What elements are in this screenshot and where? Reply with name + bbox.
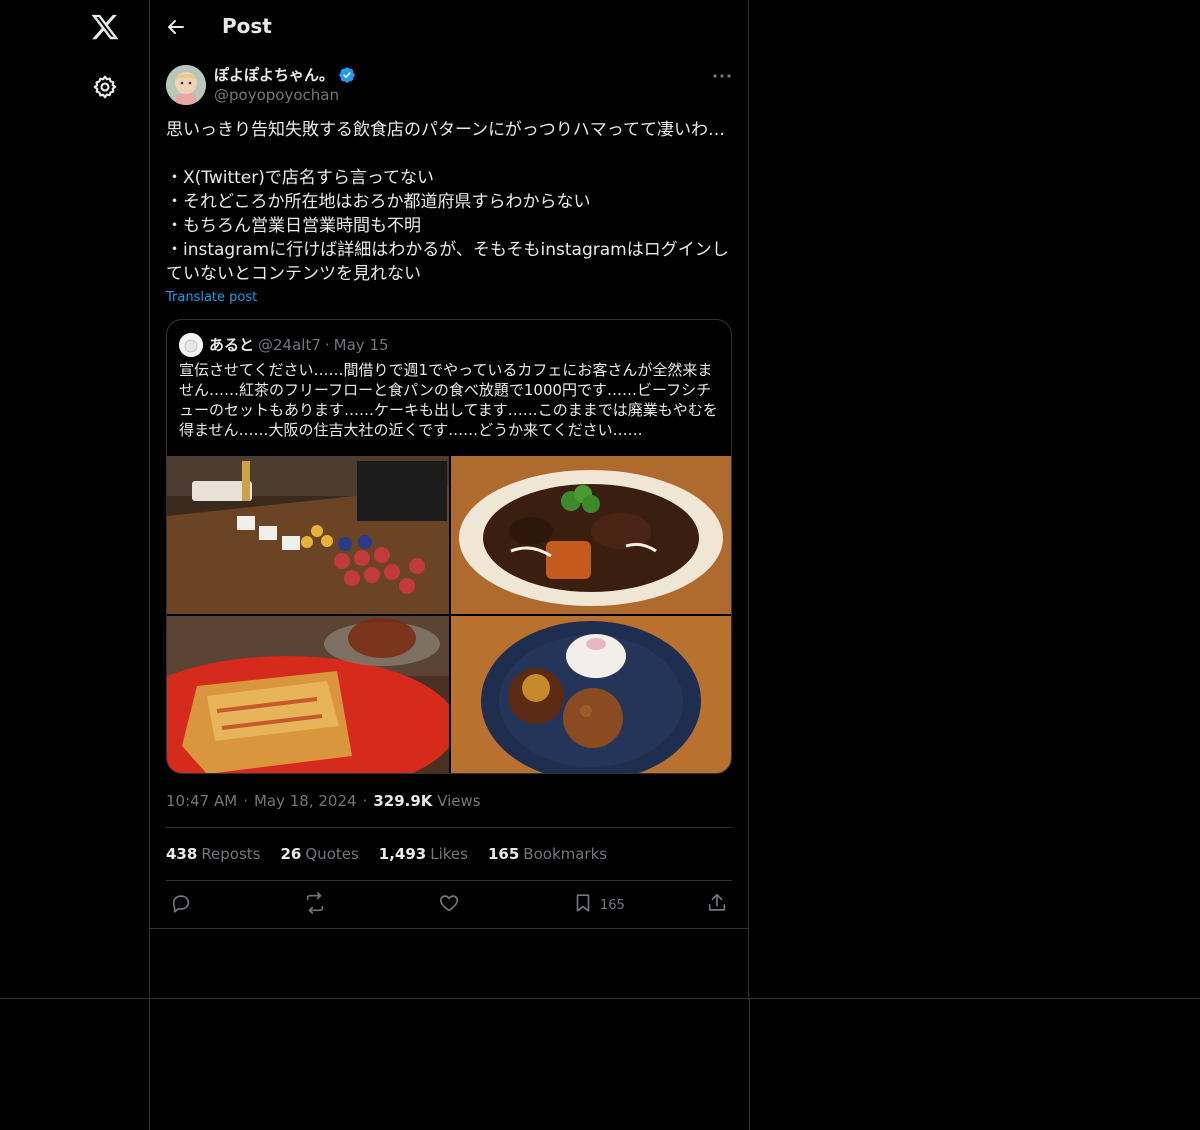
gear-icon[interactable]: [92, 74, 118, 100]
stat-reposts[interactable]: 438 Reposts: [166, 845, 261, 863]
quoted-text: 宣伝させてください……間借りで週1でやっているカフェにお客さんが全然来ません………: [179, 361, 718, 439]
post-text: 思いっきり告知失敗する飲食店のパターンにがっつりハマってて凄いわ… ・X(Twi…: [166, 120, 729, 284]
author-avatar[interactable]: [166, 65, 206, 105]
post-time[interactable]: 10:47 AM: [166, 792, 237, 810]
repost-icon: [304, 892, 326, 918]
quoted-separator: ·: [324, 336, 330, 354]
post-header: Post: [150, 0, 748, 54]
post-stats: 438 Reposts 26 Quotes 1,493 Likes 165 Bookma…: [166, 845, 607, 863]
meta-separator: ·: [362, 792, 368, 810]
views-count: 329.9K: [373, 792, 433, 810]
repost-button[interactable]: [304, 892, 326, 918]
media-photo-2[interactable]: [451, 456, 731, 614]
bookmark-button[interactable]: 165: [572, 893, 625, 917]
stat-label: Likes: [430, 845, 468, 863]
reply-button[interactable]: [170, 893, 192, 917]
meta-separator: ·: [243, 792, 248, 810]
stat-label: Reposts: [201, 845, 261, 863]
reply-icon: [170, 892, 192, 918]
quoted-post[interactable]: あると @24alt7 · May 15 宣伝させてください……間借りで週1でや…: [166, 319, 732, 774]
left-nav-rail: [0, 0, 150, 1130]
stat-bookmarks[interactable]: 165 Bookmarks: [488, 845, 607, 863]
quoted-media-grid: [167, 456, 731, 773]
like-button[interactable]: [438, 893, 460, 917]
divider: [150, 928, 748, 929]
media-photo-1[interactable]: [167, 456, 449, 614]
media-photo-4[interactable]: [451, 616, 731, 773]
quoted-author-avatar: [179, 333, 203, 357]
media-photo-3[interactable]: [167, 616, 449, 773]
stat-label: Bookmarks: [523, 845, 608, 863]
author-name[interactable]: ぽよぽよちゃん。: [214, 64, 356, 85]
bookmark-count: 165: [600, 897, 625, 913]
views-label: Views: [437, 792, 481, 810]
stat-count: 26: [280, 845, 302, 863]
divider: [166, 827, 732, 828]
verified-badge-icon: [338, 66, 356, 84]
right-column-divider: [749, 998, 750, 1130]
translate-post-link[interactable]: Translate post: [166, 290, 257, 305]
stat-count: 165: [487, 845, 520, 863]
post-timestamp: 10:47 AM · May 18, 2024 · 329.9K Views: [166, 792, 481, 810]
stat-label: Quotes: [305, 845, 359, 863]
stat-count: 438: [166, 845, 198, 863]
quoted-author-name: あると: [209, 336, 255, 354]
page-title: Post: [222, 14, 272, 38]
back-arrow-icon[interactable]: [164, 15, 188, 39]
quoted-meta: あると @24alt7 · May 15: [209, 334, 389, 355]
action-bar: 165: [150, 890, 748, 920]
share-button[interactable]: [706, 893, 728, 917]
stat-likes[interactable]: 1,493 Likes: [379, 845, 468, 863]
quoted-date: May 15: [333, 336, 389, 354]
author-handle[interactable]: @poyopoyochan: [214, 86, 339, 104]
quoted-author-handle: @24alt7: [258, 336, 321, 354]
main-column: Post ぽよぽよちゃん。 @poyopoyochan 思いっきり告知失敗する飲…: [150, 0, 749, 1000]
divider: [166, 880, 732, 881]
share-icon: [706, 892, 728, 918]
author-display-name[interactable]: ぽよぽよちゃん。: [214, 64, 334, 85]
stat-count: 1,493: [378, 845, 427, 863]
heart-icon: [438, 892, 460, 918]
bookmark-icon: [572, 892, 594, 918]
post-date[interactable]: May 18, 2024: [254, 792, 357, 810]
stat-quotes[interactable]: 26 Quotes: [281, 845, 359, 863]
x-logo-icon[interactable]: [90, 12, 120, 42]
more-options-icon[interactable]: [710, 64, 734, 88]
